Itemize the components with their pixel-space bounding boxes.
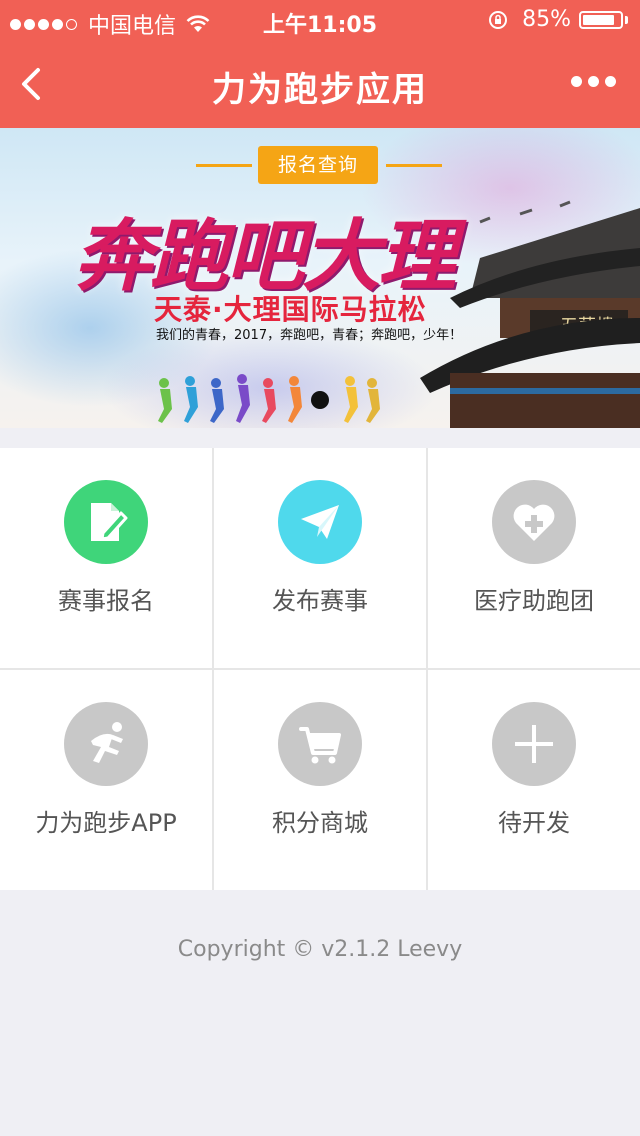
grid-item-medical-team[interactable]: 医疗助跑团 bbox=[428, 448, 640, 668]
runners-image bbox=[158, 374, 380, 423]
battery-icon bbox=[579, 10, 623, 29]
grid-item-running-app[interactable]: 力为跑步APP bbox=[0, 670, 212, 890]
paper-plane-icon bbox=[301, 505, 339, 539]
feature-grid: 赛事报名 发布赛事 医疗助跑团 力为跑步APP 积分商城 待开发 bbox=[0, 448, 640, 890]
grid-item-publish-event[interactable]: 发布赛事 bbox=[214, 448, 426, 668]
grid-item-label: 赛事报名 bbox=[58, 587, 154, 615]
more-dots-icon[interactable] bbox=[565, 76, 616, 87]
banner-subtitle: 天泰·大理国际马拉松 bbox=[154, 293, 427, 326]
grid-item-coming-soon[interactable]: 待开发 bbox=[428, 670, 640, 890]
copyright-text: Copyright © v2.1.2 Leevy bbox=[177, 937, 463, 962]
grid-item-label: 待开发 bbox=[498, 809, 570, 837]
battery-percent: 85% bbox=[522, 7, 571, 32]
grid-item-label: 力为跑步APP bbox=[35, 809, 177, 837]
banner-slogan: 我们的青春，2017，奔跑吧，青春；奔跑吧，少年！ bbox=[156, 328, 463, 343]
banner-carousel[interactable]: 报名查询 五華樓 奔跑吧大理 天泰·大理国际马拉松 我们的青春，2017，奔跑吧… bbox=[0, 128, 640, 428]
grid-item-event-signup[interactable]: 赛事报名 bbox=[0, 448, 212, 668]
status-bar: 中国电信 上午11:05 85% bbox=[0, 0, 640, 40]
runner-icon bbox=[91, 722, 123, 763]
shopping-cart-icon bbox=[299, 727, 341, 764]
rotation-lock-icon bbox=[489, 10, 508, 29]
navigation-bar: 力为跑步应用 bbox=[0, 40, 640, 128]
plus-icon bbox=[515, 725, 553, 763]
heart-plus-icon bbox=[513, 504, 555, 541]
grid-item-label: 积分商城 bbox=[272, 809, 368, 837]
grid-item-points-mall[interactable]: 积分商城 bbox=[214, 670, 426, 890]
grid-item-label: 发布赛事 bbox=[272, 587, 368, 615]
page-title: 力为跑步应用 bbox=[212, 70, 428, 110]
grid-item-label: 医疗助跑团 bbox=[474, 587, 594, 615]
carousel-indicator-dot[interactable] bbox=[311, 391, 329, 409]
document-edit-icon bbox=[91, 503, 128, 541]
registration-query-button[interactable]: 报名查询 bbox=[258, 146, 378, 184]
